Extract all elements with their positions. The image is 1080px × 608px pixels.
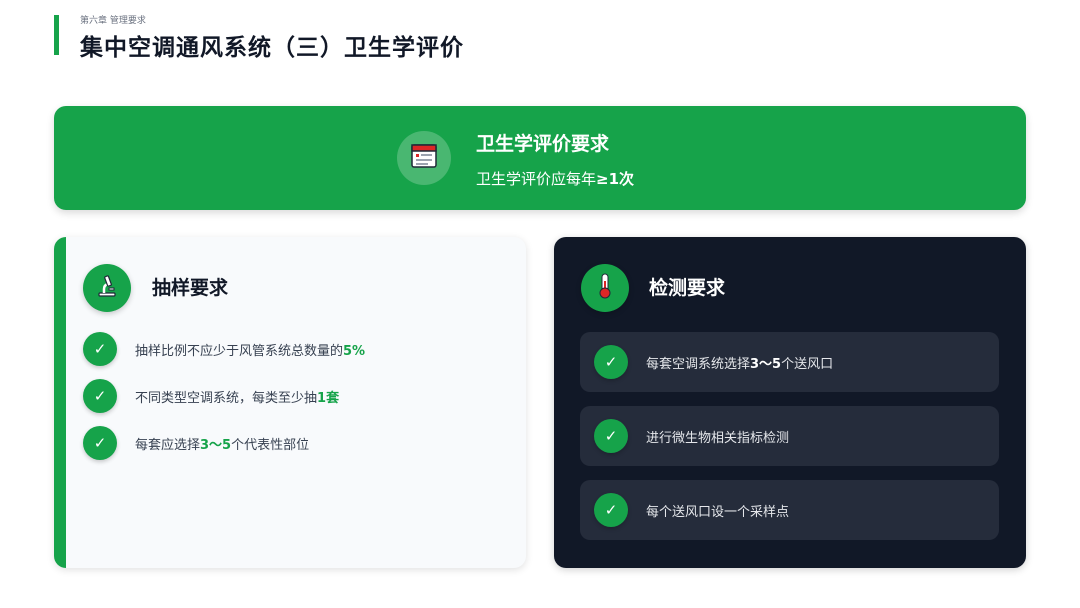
item-text: 抽样比例不应少于风管系统总数量的 bbox=[135, 343, 344, 359]
list-item: ✓ 抽样比例不应少于风管系统总数量的5% bbox=[83, 332, 365, 366]
microscope-icon bbox=[95, 274, 119, 302]
testing-card: 检测要求 ✓ 每套空调系统选择3～5个送风口 ✓ 进行微生物相关指标检测 ✓ 每… bbox=[554, 237, 1026, 568]
list-item-text: 进行微生物相关指标检测 bbox=[646, 430, 790, 446]
item-suffix: 个代表性部位 bbox=[231, 437, 310, 453]
page-title: 集中空调通风系统（三）卫生学评价 bbox=[80, 34, 464, 61]
banner-subtitle: 卫生学评价应每年≥1次 bbox=[476, 168, 634, 189]
check-icon: ✓ bbox=[83, 379, 117, 413]
evaluation-banner: 卫生学评价要求 卫生学评价应每年≥1次 bbox=[54, 106, 1026, 210]
sampling-card: 抽样要求 ✓ 抽样比例不应少于风管系统总数量的5% ✓ 不同类型空调系统，每类至… bbox=[54, 237, 526, 568]
check-icon: ✓ bbox=[594, 493, 628, 527]
sampling-card-accent bbox=[54, 237, 66, 568]
chapter-label: 第六章 管理要求 bbox=[80, 16, 146, 26]
list-item-text: 不同类型空调系统，每类至少抽1套 bbox=[135, 387, 339, 406]
list-item: ✓ 每个送风口设一个采样点 bbox=[580, 480, 999, 540]
check-icon: ✓ bbox=[83, 332, 117, 366]
item-text: 每套应选择 bbox=[135, 437, 201, 453]
item-suffix: 个送风口 bbox=[781, 356, 834, 372]
banner-icon-circle bbox=[397, 131, 451, 185]
item-suffix: 套 bbox=[326, 390, 340, 406]
title-accent-bar bbox=[54, 15, 59, 55]
item-highlight: 3～5 bbox=[200, 437, 232, 453]
banner-subtitle-highlight: ≥1次 bbox=[596, 170, 635, 188]
list-item: ✓ 进行微生物相关指标检测 bbox=[580, 406, 999, 466]
thermometer-icon bbox=[597, 273, 613, 303]
testing-title: 检测要求 bbox=[649, 277, 726, 299]
sampling-icon-circle bbox=[83, 264, 131, 312]
list-item-text: 每个送风口设一个采样点 bbox=[646, 504, 790, 520]
check-icon: ✓ bbox=[83, 426, 117, 460]
calendar-icon bbox=[411, 143, 437, 173]
check-icon: ✓ bbox=[594, 419, 628, 453]
sampling-title: 抽样要求 bbox=[152, 277, 229, 299]
item-text: 每套空调系统选择 bbox=[646, 356, 751, 372]
banner-title: 卫生学评价要求 bbox=[476, 133, 610, 155]
list-item: ✓ 每套空调系统选择3～5个送风口 bbox=[580, 332, 999, 392]
banner-subtitle-text: 卫生学评价应每年 bbox=[476, 170, 597, 188]
list-item-text: 每套应选择3～5个代表性部位 bbox=[135, 434, 309, 453]
check-icon: ✓ bbox=[594, 345, 628, 379]
list-item: ✓ 不同类型空调系统，每类至少抽1套 bbox=[83, 379, 339, 413]
item-highlight: 5% bbox=[343, 343, 366, 359]
list-item: ✓ 每套应选择3～5个代表性部位 bbox=[83, 426, 309, 460]
list-item-text: 抽样比例不应少于风管系统总数量的5% bbox=[135, 340, 365, 359]
testing-icon-circle bbox=[581, 264, 629, 312]
item-highlight: 1 bbox=[317, 390, 327, 406]
list-item-text: 每套空调系统选择3～5个送风口 bbox=[646, 353, 833, 372]
item-highlight: 3～5 bbox=[750, 356, 782, 372]
item-text: 不同类型空调系统，每类至少抽 bbox=[135, 390, 318, 406]
